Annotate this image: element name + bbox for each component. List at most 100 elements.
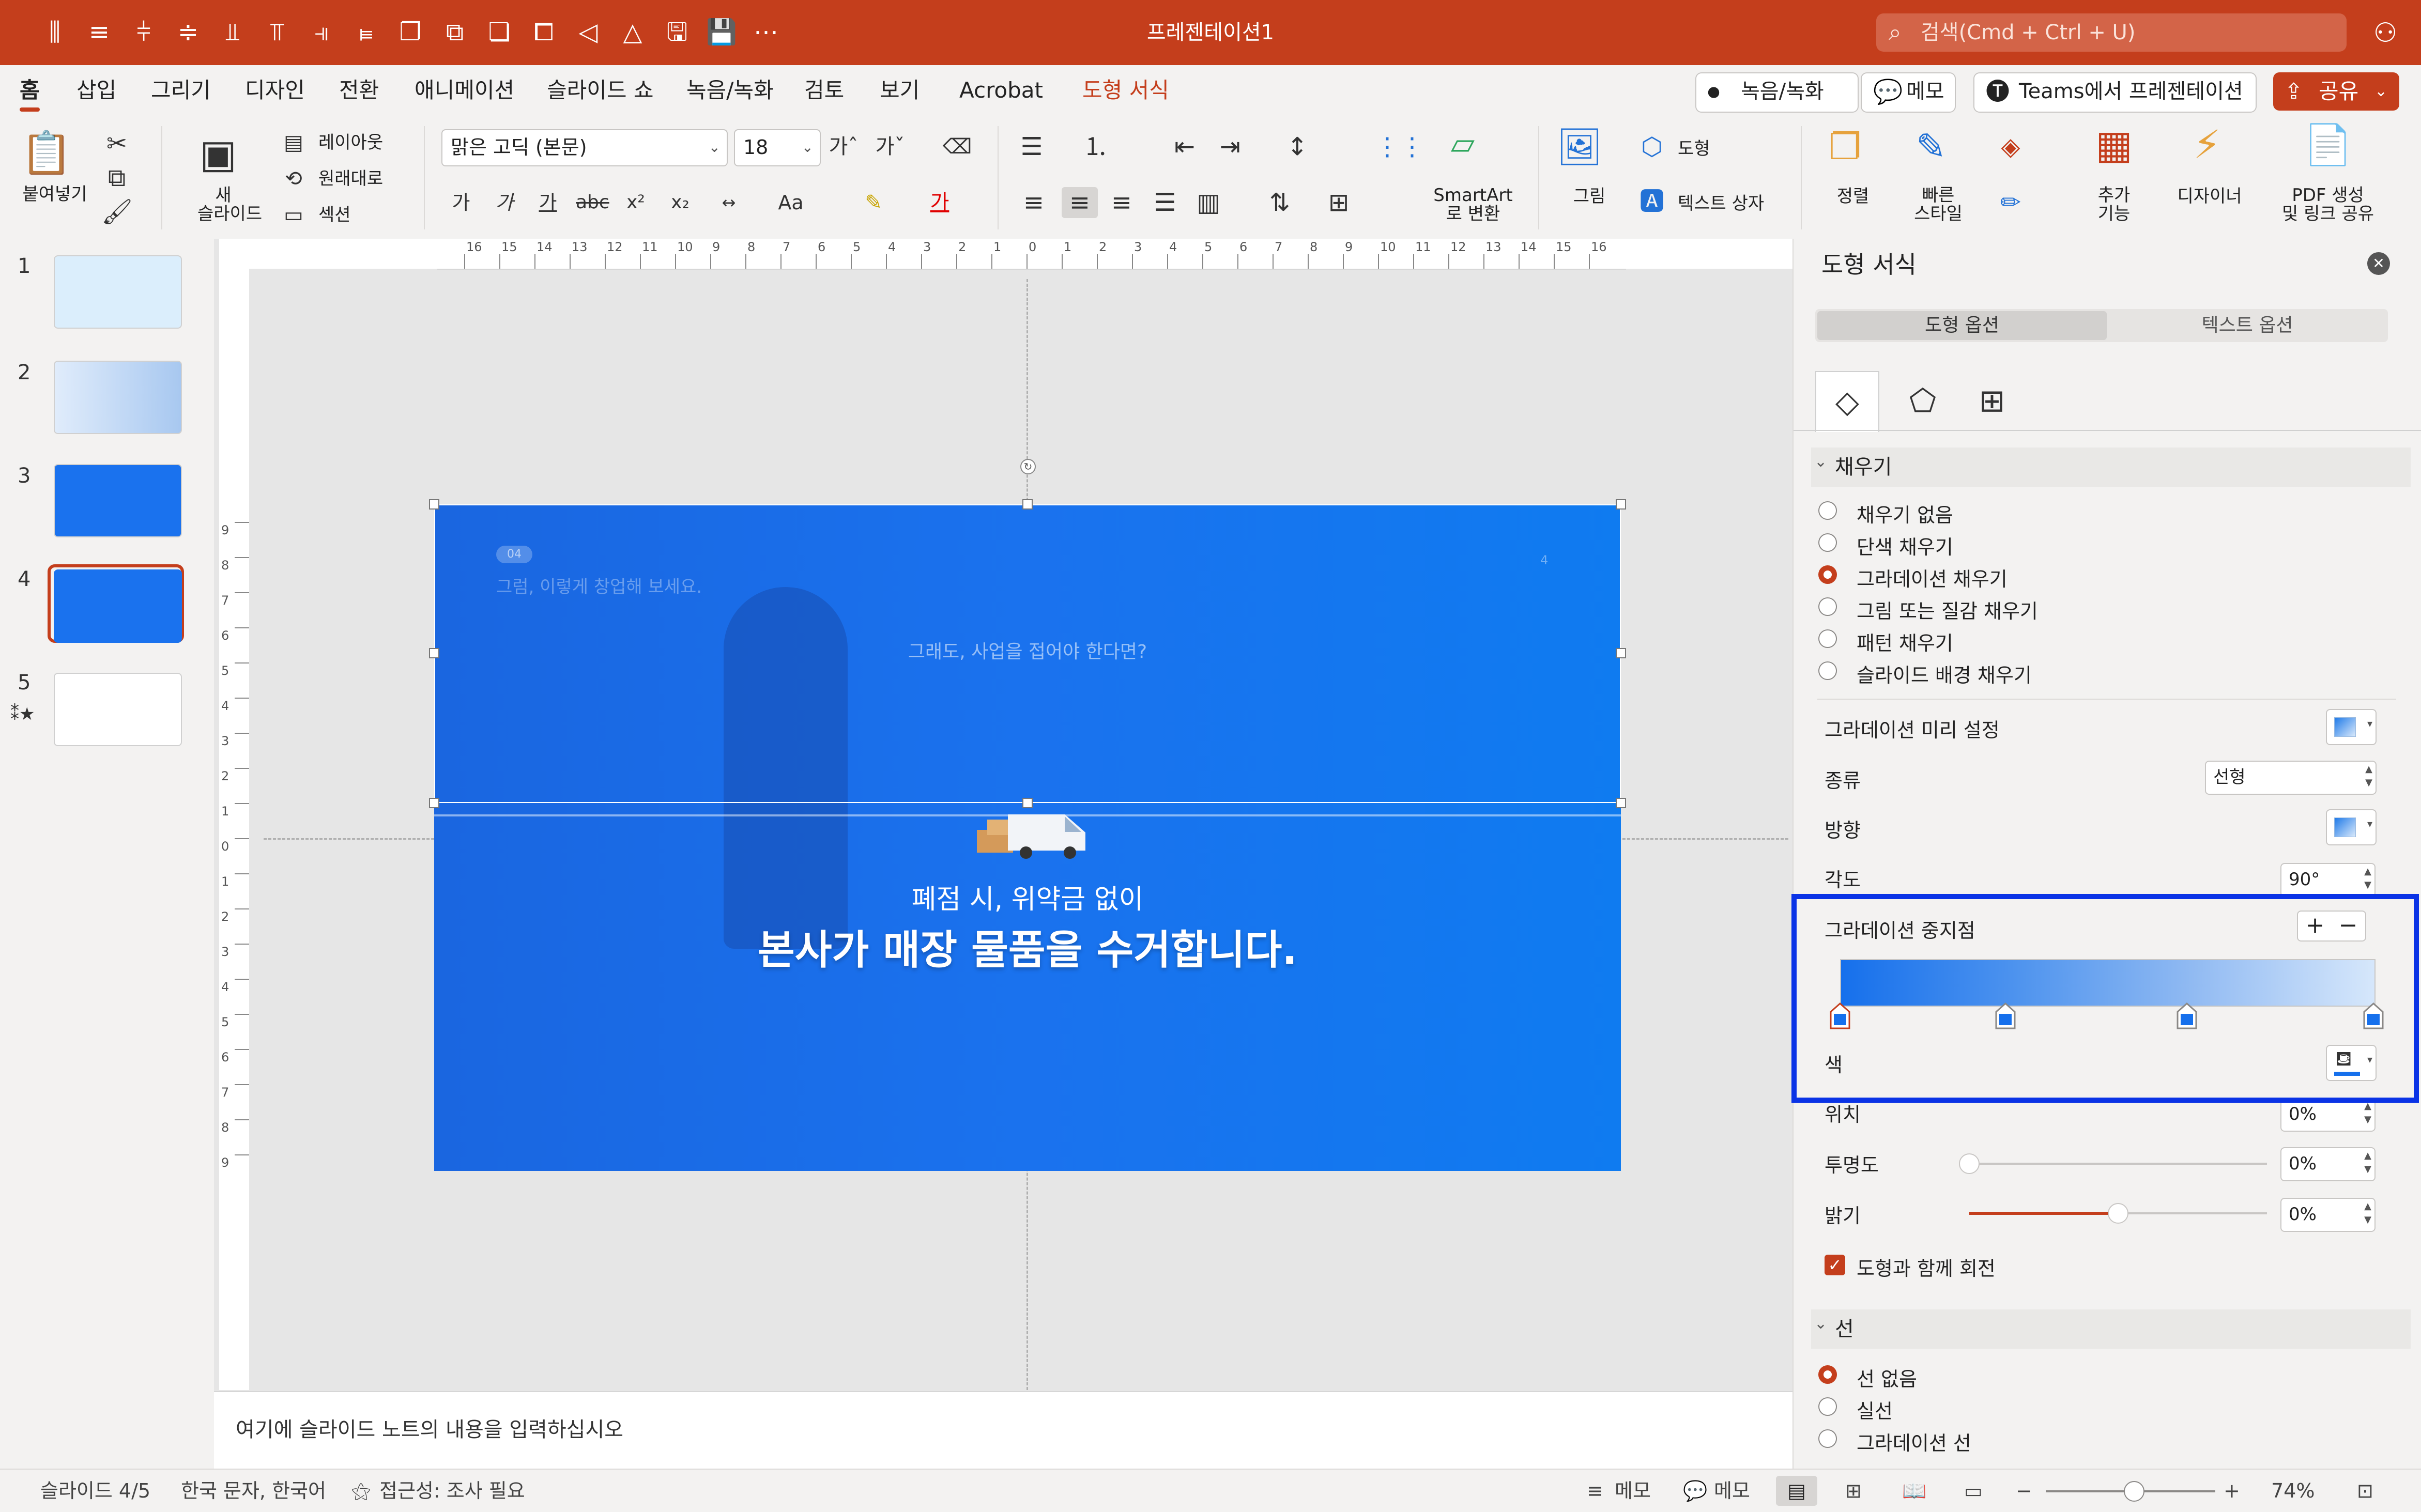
resize-handle[interactable] xyxy=(1022,499,1033,510)
send-backward-icon[interactable]: ❏ xyxy=(481,11,518,53)
flip-icon[interactable]: ◁ xyxy=(570,11,607,53)
rotate-icon[interactable]: △ xyxy=(614,11,651,53)
quick-styles-button[interactable]: 빠른 스타일 xyxy=(1912,186,1964,223)
pdf-icon[interactable]: 📄 xyxy=(2302,125,2354,164)
cut-icon[interactable]: ✂ xyxy=(101,128,132,159)
transparency-input[interactable]: 0% ▲ ▼ xyxy=(2280,1147,2376,1181)
radio-no-fill[interactable] xyxy=(1818,501,1837,520)
align-center-icon[interactable]: ⫩ xyxy=(125,11,162,53)
transparency-track[interactable] xyxy=(1969,1163,2267,1165)
new-slide-icon[interactable]: ▣ xyxy=(192,128,244,180)
layout-icon[interactable]: ▤ xyxy=(279,127,308,158)
rotate-with-shape-checkbox[interactable]: ✓ xyxy=(1825,1255,1845,1275)
italic-icon[interactable]: 가 xyxy=(489,187,520,218)
line-section-header[interactable] xyxy=(1811,1309,2411,1349)
superscript-icon[interactable]: x² xyxy=(620,187,651,218)
section-icon[interactable]: ▭ xyxy=(279,199,308,230)
align-left-icon[interactable]: ⫢ xyxy=(347,11,385,53)
radio-solid-fill[interactable] xyxy=(1818,533,1837,552)
numbering-icon[interactable]: ⒈ xyxy=(1080,131,1111,162)
more-icon[interactable]: ⋯ xyxy=(747,11,785,53)
font-size-select[interactable]: 18 ⌄ xyxy=(734,129,821,166)
record-button[interactable]: ⏺ 녹음/녹화 xyxy=(1695,72,1859,113)
share-button[interactable]: ⇪ 공유 ⌄ xyxy=(2273,72,2399,111)
save-icon[interactable]: 💾 xyxy=(703,11,740,53)
align-middle-icon[interactable]: ≡ xyxy=(81,11,118,53)
tab-review[interactable]: 검토 xyxy=(804,74,844,106)
transparency-slider-thumb[interactable] xyxy=(1959,1153,1980,1174)
underline-icon[interactable]: 가 xyxy=(532,187,563,218)
slide-sorter-icon[interactable]: ⊞ xyxy=(1845,1470,1862,1512)
shape-selection-box[interactable] xyxy=(434,504,1621,803)
zoom-slider-thumb[interactable] xyxy=(2123,1481,2144,1502)
decrease-indent-icon[interactable]: ⇤ xyxy=(1169,131,1200,162)
accessibility-status[interactable]: 접근성: 조사 필요 xyxy=(379,1470,525,1512)
justify-icon[interactable]: ☰ xyxy=(1150,187,1181,218)
text-direction-icon[interactable]: ⇅ xyxy=(1264,187,1295,218)
tab-animations[interactable]: 애니메이션 xyxy=(415,74,514,106)
quick-styles-icon[interactable]: ✎ xyxy=(1905,129,1957,165)
tab-shape-options[interactable]: 도형 옵션 xyxy=(1817,311,2107,340)
textbox-icon[interactable]: 🅰 xyxy=(1636,186,1667,217)
character-spacing-icon[interactable]: ↔ xyxy=(708,187,749,218)
effects-icon[interactable]: ⬠ xyxy=(1897,371,1949,431)
copy-icon[interactable]: ⧉ xyxy=(101,162,132,193)
designer-button[interactable]: 디자이너 xyxy=(2176,186,2243,207)
memo-button[interactable]: 💬 메모 xyxy=(1861,72,1956,113)
notes-icon[interactable]: ≡ xyxy=(1587,1470,1603,1512)
shape-outline-icon[interactable]: ✏ xyxy=(1995,187,2026,218)
direction-dropdown[interactable]: ▾ xyxy=(2326,809,2377,845)
align-text-icon[interactable]: ⊞ xyxy=(1323,187,1354,218)
align-center-text-icon[interactable]: ≡ xyxy=(1062,187,1098,218)
addins-icon[interactable]: ▦ xyxy=(2088,125,2140,164)
brightness-slider-thumb[interactable] xyxy=(2108,1203,2128,1224)
ungroup-icon[interactable]: ⧠ xyxy=(525,11,562,53)
tab-view[interactable]: 보기 xyxy=(880,74,920,106)
close-icon[interactable]: ✕ xyxy=(2367,252,2390,275)
angle-input[interactable]: 90° ▲ ▼ xyxy=(2280,863,2376,897)
radio-gradient-fill[interactable] xyxy=(1818,565,1837,584)
size-properties-icon[interactable]: ⊞ xyxy=(1966,371,2018,431)
slideshow-icon[interactable]: ▭ xyxy=(1964,1470,1983,1512)
slide-thumbnail[interactable] xyxy=(54,361,182,434)
bring-forward-icon[interactable]: ❐ xyxy=(392,11,429,53)
addins-button[interactable]: 추가 기능 xyxy=(2088,186,2140,223)
highlight-icon[interactable]: ✎ xyxy=(858,187,889,218)
smartart-icon[interactable]: ▱ xyxy=(1437,128,1489,159)
distribute-icon[interactable]: ≑ xyxy=(170,11,207,53)
resize-handle[interactable] xyxy=(1616,648,1626,658)
account-icon[interactable]: ⚇ xyxy=(2367,12,2403,54)
save-as-icon[interactable]: 🖫 xyxy=(658,11,696,53)
vertical-ruler[interactable]: 9 8 7 6 5 4 3 2 1 0 1 2 3 4 5 6 7 8 9 xyxy=(219,505,249,1187)
clear-format-icon[interactable]: ⌫ xyxy=(941,131,974,162)
tab-home[interactable]: 홈 xyxy=(20,74,40,112)
designer-icon[interactable]: ⚡ xyxy=(2181,125,2233,164)
tab-text-options[interactable]: 텍스트 옵션 xyxy=(2109,311,2386,340)
reset-icon[interactable]: ⟲ xyxy=(279,163,308,194)
zoom-in-icon[interactable]: + xyxy=(2224,1470,2240,1512)
slide-thumbnail[interactable] xyxy=(54,255,182,329)
tab-design[interactable]: 디자인 xyxy=(245,74,305,106)
fit-slide-icon[interactable]: ⊡ xyxy=(2357,1470,2373,1512)
shape-button[interactable]: 도형 xyxy=(1678,138,1710,159)
resize-handle[interactable] xyxy=(1616,499,1626,510)
increase-indent-icon[interactable]: ⇥ xyxy=(1215,131,1246,162)
slide-thumbnail[interactable] xyxy=(54,464,182,537)
type-select[interactable]: 선형 ▲ ▼ xyxy=(2205,761,2377,795)
font-color-icon[interactable]: 가 xyxy=(924,187,955,218)
new-slide-label[interactable]: 새 슬라이드 xyxy=(197,186,262,223)
picture-button[interactable]: 그림 xyxy=(1566,186,1613,207)
section-button[interactable]: 섹션 xyxy=(318,205,351,225)
brightness-input[interactable]: 0% ▲ ▼ xyxy=(2280,1198,2376,1232)
search-input[interactable]: ⌕ 검색(Cmd + Ctrl + U) xyxy=(1876,13,2347,52)
fill-line-icon[interactable]: ◇ xyxy=(1815,371,1879,432)
paste-icon[interactable]: 📋 xyxy=(21,127,72,179)
format-painter-icon[interactable]: 🖌 xyxy=(101,196,133,227)
increase-font-icon[interactable]: 가ˆ xyxy=(827,131,860,162)
tab-transitions[interactable]: 전환 xyxy=(339,74,379,106)
radio-pattern-fill[interactable] xyxy=(1818,629,1837,648)
resize-handle[interactable] xyxy=(429,798,439,808)
align-top-icon[interactable]: ⫪ xyxy=(258,11,296,53)
picture-icon[interactable]: 🖼 xyxy=(1554,129,1605,165)
align-right-icon[interactable]: ⫣ xyxy=(303,11,340,53)
